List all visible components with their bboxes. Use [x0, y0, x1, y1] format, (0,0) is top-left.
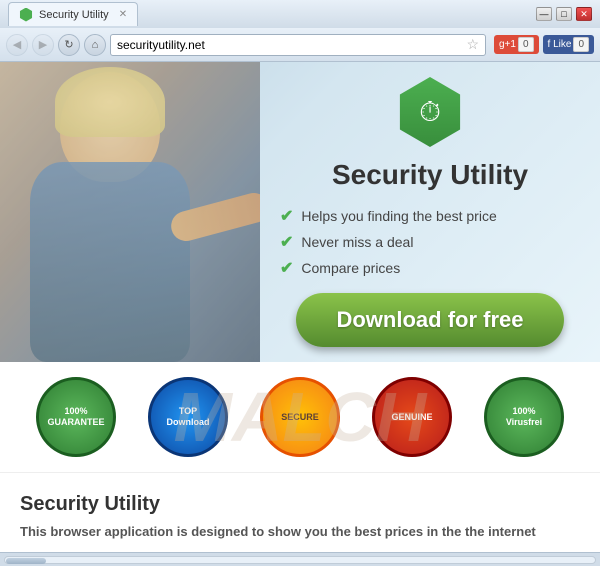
- check-icon-3: ✔: [280, 258, 293, 278]
- social-buttons: g+1 0 f Like 0: [494, 35, 594, 54]
- logo-icon: ⏱: [419, 96, 441, 129]
- feature-item-3: ✔ Compare prices: [280, 255, 580, 281]
- scroll-track: [4, 556, 596, 564]
- badge-virusfree: 100%Virusfrei: [484, 377, 564, 457]
- hero-right-content: ⏱ Security Utility ✔ Helps you finding t…: [280, 77, 580, 347]
- feature-item-2: ✔ Never miss a deal: [280, 229, 580, 255]
- hero-section: ⏱ Security Utility ✔ Helps you finding t…: [0, 62, 600, 362]
- tab-favicon: [19, 8, 33, 22]
- forward-button[interactable]: ▶: [32, 34, 54, 56]
- minimize-button[interactable]: —: [536, 7, 552, 21]
- logo-hexagon: ⏱: [395, 77, 465, 147]
- scroll-thumb[interactable]: [6, 558, 46, 564]
- facebook-button[interactable]: f Like 0: [543, 35, 594, 54]
- badge-top-download: TOPDownload: [148, 377, 228, 457]
- badges-bar: 100%GUARANTEE TOPDownload SECURE GENUINE…: [0, 362, 600, 473]
- page-content: ⏱ Security Utility ✔ Helps you finding t…: [0, 62, 600, 552]
- tab-close-button[interactable]: ✕: [119, 9, 127, 20]
- info-section: Security Utility This browser applicatio…: [0, 473, 600, 552]
- bookmark-icon[interactable]: ☆: [466, 36, 479, 53]
- browser-chrome: Security Utility ✕ — □ ✕ ◀ ▶ ↻ ⌂ ☆ g+1 0…: [0, 0, 600, 62]
- hero-features-list: ✔ Helps you finding the best price ✔ Nev…: [280, 203, 580, 281]
- nav-bar: ◀ ▶ ↻ ⌂ ☆ g+1 0 f Like 0: [0, 28, 600, 62]
- info-title: Security Utility: [20, 493, 580, 516]
- refresh-button[interactable]: ↻: [58, 34, 80, 56]
- window-controls: — □ ✕: [536, 7, 592, 21]
- badge-secure: SECURE: [260, 377, 340, 457]
- gplus-button[interactable]: g+1 0: [494, 35, 539, 54]
- check-icon-1: ✔: [280, 206, 293, 226]
- check-icon-2: ✔: [280, 232, 293, 252]
- title-bar: Security Utility ✕ — □ ✕: [0, 0, 600, 28]
- info-description: This browser application is designed to …: [20, 524, 580, 539]
- horizontal-scrollbar[interactable]: [0, 552, 600, 566]
- browser-tab[interactable]: Security Utility ✕: [8, 2, 138, 26]
- hero-title: Security Utility: [332, 159, 528, 191]
- badge-guarantee: 100%GUARANTEE: [36, 377, 116, 457]
- home-button[interactable]: ⌂: [84, 34, 106, 56]
- url-input[interactable]: [117, 38, 462, 52]
- hero-logo: ⏱: [395, 77, 465, 147]
- hero-image: [0, 62, 260, 362]
- badge-genuine: GENUINE: [372, 377, 452, 457]
- download-button[interactable]: Download for free: [296, 293, 563, 347]
- back-button[interactable]: ◀: [6, 34, 28, 56]
- close-button[interactable]: ✕: [576, 7, 592, 21]
- maximize-button[interactable]: □: [556, 7, 572, 21]
- tab-title: Security Utility: [39, 9, 109, 21]
- feature-item-1: ✔ Helps you finding the best price: [280, 203, 580, 229]
- address-bar: ☆: [110, 34, 486, 56]
